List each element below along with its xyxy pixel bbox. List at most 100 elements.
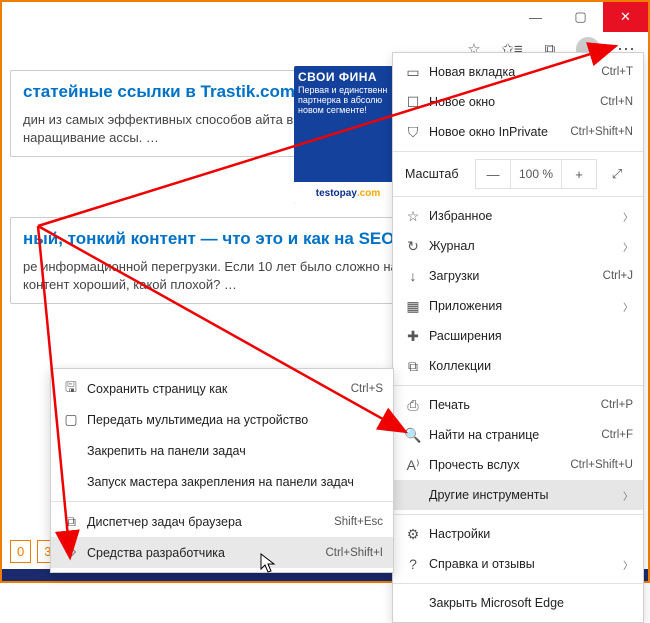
chevron-right-icon: 〉 xyxy=(623,488,633,503)
menu-more-tools[interactable]: Другие инструменты 〉 xyxy=(393,480,643,510)
menu-label: Диспетчер задач браузера xyxy=(87,515,334,529)
menu-label: Закрепить на панели задач xyxy=(87,444,383,458)
chevron-right-icon: 〉 xyxy=(623,299,633,314)
download-icon: ↓ xyxy=(403,268,423,284)
menu-label: Новое окно xyxy=(429,95,600,109)
menu-label: Другие инструменты xyxy=(429,488,623,502)
menu-label: Справка и отзывы xyxy=(429,557,623,571)
menu-shortcut: Ctrl+T xyxy=(601,66,633,78)
menu-label: Новое окно InPrivate xyxy=(429,125,570,139)
zoom-out-button[interactable]: — xyxy=(475,159,511,189)
menu-label: Найти на странице xyxy=(429,428,601,442)
menu-separator xyxy=(51,501,393,502)
menu-favorites[interactable]: ☆ Избранное 〉 xyxy=(393,201,643,231)
menu-shortcut: Shift+Esc xyxy=(334,516,383,528)
menu-label: Расширения xyxy=(429,329,633,343)
window-titlebar: — ▢ ✕ xyxy=(513,2,648,32)
submenu-save-page-as[interactable]: 🖫 Сохранить страницу как Ctrl+S xyxy=(51,373,393,404)
submenu-task-manager[interactable]: ⧉ Диспетчер задач браузера Shift+Esc xyxy=(51,506,393,537)
chevron-right-icon: 〉 xyxy=(623,557,633,572)
menu-shortcut: Ctrl+N xyxy=(600,96,633,108)
menu-find[interactable]: 🔍 Найти на странице Ctrl+F xyxy=(393,420,643,450)
menu-read-aloud[interactable]: A⁾ Прочесть вслух Ctrl+Shift+U xyxy=(393,450,643,480)
devtools-icon: ⟐ xyxy=(61,544,81,561)
main-menu: ▭ Новая вкладка Ctrl+T ☐ Новое окно Ctrl… xyxy=(392,52,644,623)
menu-shortcut: Ctrl+Shift+I xyxy=(325,547,383,559)
menu-collections[interactable]: ⧉ Коллекции xyxy=(393,351,643,381)
menu-downloads[interactable]: ↓ Загрузки Ctrl+J xyxy=(393,261,643,291)
menu-help[interactable]: ? Справка и отзывы 〉 xyxy=(393,549,643,579)
read-aloud-icon: A⁾ xyxy=(403,457,423,474)
help-icon: ? xyxy=(403,556,423,572)
menu-separator xyxy=(393,151,643,152)
inprivate-icon: ⛉ xyxy=(403,124,423,141)
menu-label: Передать мультимедиа на устройство xyxy=(87,413,383,427)
zoom-value: 100 % xyxy=(510,159,562,189)
menu-label: Запуск мастера закрепления на панели зад… xyxy=(87,475,383,489)
close-icon: ✕ xyxy=(620,9,631,25)
menu-separator xyxy=(393,583,643,584)
submenu-pin[interactable]: Закрепить на панели задач xyxy=(51,435,393,466)
menu-label: Журнал xyxy=(429,239,623,253)
window-minimize-button[interactable]: — xyxy=(513,2,558,32)
new-tab-icon: ▭ xyxy=(403,64,423,81)
extensions-icon: ✚ xyxy=(403,328,423,345)
chevron-right-icon: 〉 xyxy=(623,209,633,224)
menu-separator xyxy=(393,385,643,386)
menu-inprivate[interactable]: ⛉ Новое окно InPrivate Ctrl+Shift+N xyxy=(393,117,643,147)
minimize-icon: — xyxy=(529,10,542,25)
submenu-cast[interactable]: ▢ Передать мультимедиа на устройство xyxy=(51,404,393,435)
menu-zoom: Масштаб — 100 % + ⤢ xyxy=(393,156,643,192)
menu-separator xyxy=(393,514,643,515)
zoom-label: Масштаб xyxy=(401,167,476,181)
menu-new-tab[interactable]: ▭ Новая вкладка Ctrl+T xyxy=(393,57,643,87)
more-tools-submenu: 🖫 Сохранить страницу как Ctrl+S ▢ Переда… xyxy=(50,368,394,573)
menu-print[interactable]: ⎙ Печать Ctrl+P xyxy=(393,390,643,420)
star-icon: ☆ xyxy=(403,208,423,225)
menu-label: Средства разработчика xyxy=(87,546,325,560)
submenu-pin-wizard[interactable]: Запуск мастера закрепления на панели зад… xyxy=(51,466,393,497)
menu-label: Приложения xyxy=(429,299,623,313)
print-icon: ⎙ xyxy=(403,397,423,414)
submenu-devtools[interactable]: ⟐ Средства разработчика Ctrl+Shift+I xyxy=(51,537,393,568)
banner-title: СВОИ ФИНА xyxy=(298,70,398,84)
menu-history[interactable]: ↻ Журнал 〉 xyxy=(393,231,643,261)
zoom-in-button[interactable]: + xyxy=(561,159,597,189)
menu-close-edge[interactable]: Закрыть Microsoft Edge xyxy=(393,588,643,618)
menu-new-window[interactable]: ☐ Новое окно Ctrl+N xyxy=(393,87,643,117)
cast-icon: ▢ xyxy=(61,411,81,428)
menu-apps[interactable]: ▦ Приложения 〉 xyxy=(393,291,643,321)
apps-icon: ▦ xyxy=(403,298,423,315)
menu-shortcut: Ctrl+F xyxy=(601,429,633,441)
menu-shortcut: Ctrl+Shift+N xyxy=(570,126,633,138)
sidebar-banner[interactable]: СВОИ ФИНА Первая и единственн партнерка … xyxy=(294,66,402,204)
collections-icon: ⧉ xyxy=(403,358,423,375)
fullscreen-button[interactable]: ⤢ xyxy=(599,159,635,189)
window-maximize-button[interactable]: ▢ xyxy=(558,2,603,32)
menu-extensions[interactable]: ✚ Расширения xyxy=(393,321,643,351)
menu-shortcut: Ctrl+S xyxy=(351,383,383,395)
search-icon: 🔍 xyxy=(403,427,423,444)
new-window-icon: ☐ xyxy=(403,94,423,111)
menu-label: Закрыть Microsoft Edge xyxy=(429,596,633,610)
cursor-icon xyxy=(260,553,278,575)
menu-label: Настройки xyxy=(429,527,633,541)
gear-icon: ⚙ xyxy=(403,526,423,543)
window-close-button[interactable]: ✕ xyxy=(603,2,648,32)
menu-label: Печать xyxy=(429,398,601,412)
banner-text: Первая и единственн партнерка в абсолю н… xyxy=(298,86,398,116)
menu-label: Коллекции xyxy=(429,359,633,373)
save-icon: 🖫 xyxy=(61,377,81,401)
menu-settings[interactable]: ⚙ Настройки xyxy=(393,519,643,549)
menu-label: Загрузки xyxy=(429,269,603,283)
chevron-right-icon: 〉 xyxy=(623,239,633,254)
maximize-icon: ▢ xyxy=(574,9,586,25)
menu-shortcut: Ctrl+J xyxy=(603,270,633,282)
menu-separator xyxy=(393,196,643,197)
menu-label: Прочесть вслух xyxy=(429,458,570,472)
menu-shortcut: Ctrl+P xyxy=(601,399,633,411)
menu-label: Сохранить страницу как xyxy=(87,382,351,396)
history-icon: ↻ xyxy=(403,238,423,255)
pager-0[interactable]: 0 xyxy=(10,540,31,563)
menu-label: Избранное xyxy=(429,209,623,223)
